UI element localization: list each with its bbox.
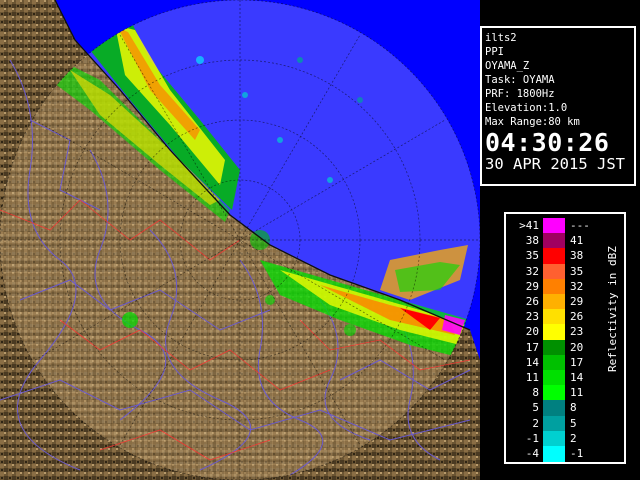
legend-high-label: 32 [570, 279, 584, 293]
legend-low-label: 2 [532, 416, 539, 430]
legend-low-label: 20 [525, 325, 539, 339]
info-scan-type: PPI [485, 46, 504, 58]
legend-low-label: 11 [525, 371, 539, 384]
info-max-range: Max Range:80 km [485, 116, 580, 128]
legend-high-label: 20 [570, 340, 584, 354]
legend-high-label: 35 [570, 264, 584, 278]
legend-title: Reflectivity in dBZ [606, 246, 619, 372]
legend-low-label: 35 [525, 249, 539, 263]
legend-high-label: 26 [570, 310, 584, 324]
legend-high-label: -1 [570, 447, 584, 460]
legend-swatch [543, 385, 565, 401]
legend-low-label: 32 [525, 264, 539, 278]
legend-swatch [543, 309, 565, 325]
legend-high-label: 2 [570, 431, 577, 445]
legend-low-label: 38 [525, 234, 539, 248]
legend-high-label: 38 [570, 249, 584, 263]
info-task: Task: OYAMA [485, 74, 555, 86]
legend-high-label: 29 [570, 295, 584, 308]
legend-low-label: -4 [525, 447, 539, 460]
info-station: OYAMA_Z [485, 60, 530, 72]
legend-swatch [543, 218, 565, 234]
legend-low-label: 17 [525, 340, 539, 354]
radar-info-panel: ilts2 PPI OYAMA_Z Task: OYAMA PRF: 1800H… [480, 26, 636, 186]
info-prf: PRF: 1800Hz [485, 88, 555, 100]
legend-low-label: 29 [525, 279, 539, 293]
legend-swatch [543, 354, 565, 371]
legend-high-label: --- [570, 219, 590, 232]
legend-high-label: 41 [570, 234, 584, 248]
legend-high-label: 17 [570, 355, 584, 369]
reflectivity-legend: >41 --- 38 41 35 38 32 35 29 32 26 29 23 26 20 23 17 20 14… [504, 212, 626, 464]
legend-swatch [543, 278, 565, 295]
legend-swatch [543, 324, 565, 341]
legend-swatch [543, 339, 565, 356]
legend-swatch [543, 294, 565, 310]
legend-high-label: 14 [570, 371, 584, 384]
legend-high-label: 5 [570, 416, 577, 430]
observation-date: 30 APR 2015 JST [485, 155, 625, 173]
legend-swatch [543, 370, 565, 386]
legend-swatch [543, 263, 565, 280]
legend-low-label: -1 [525, 431, 539, 445]
observation-time: 04:30:26 [485, 128, 610, 157]
legend-swatch [543, 415, 565, 432]
legend-low-label: 14 [525, 355, 539, 369]
legend-swatch [543, 400, 565, 417]
legend-low-label: >41 [519, 219, 539, 232]
legend-swatch [543, 248, 565, 265]
legend-low-label: 23 [525, 310, 539, 324]
legend-high-label: 11 [570, 386, 584, 400]
legend-low-label: 5 [532, 401, 539, 415]
legend-swatch [543, 446, 565, 462]
info-elevation: Elevation:1.0 [485, 102, 568, 114]
legend-swatch [543, 233, 565, 249]
legend-low-label: 26 [525, 295, 539, 308]
legend-swatch [543, 430, 565, 447]
legend-high-label: 23 [570, 325, 584, 339]
legend-low-label: 8 [532, 386, 539, 400]
info-product-name: ilts2 [485, 32, 517, 44]
legend-high-label: 8 [570, 401, 577, 415]
